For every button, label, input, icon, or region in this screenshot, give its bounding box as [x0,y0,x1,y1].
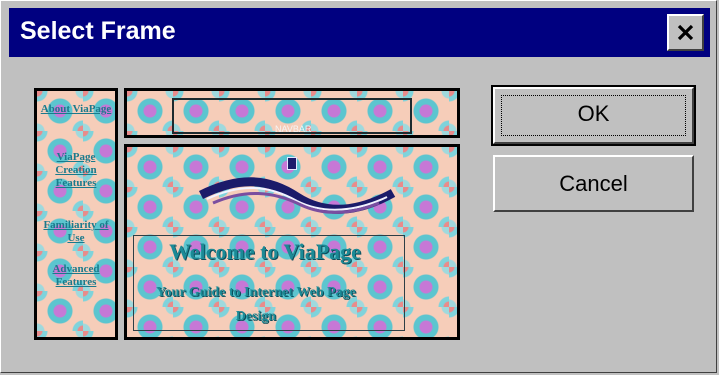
nav-link-about: About ViaPage [40,103,112,115]
welcome-heading: Welcome to ViaPage [169,239,361,264]
close-button[interactable] [667,14,704,51]
ok-button[interactable]: OK [491,85,696,146]
swoosh-logo-icon [198,177,396,214]
dialog-title: Select Frame [20,17,176,45]
select-frame-dialog: Select Frame About ViaPage ViaPage Creat… [0,0,717,373]
welcome-subheading: Your Guide to Internet Web Page Design [156,285,356,324]
logo-icon [287,157,297,170]
title-bar: Select Frame [9,8,710,57]
banner-frame[interactable]: NAVBAR [124,88,460,138]
nav-link-creation-features: ViaPage Creation Features [55,151,97,189]
main-content-frame[interactable]: Welcome to ViaPage Your Guide to Interne… [124,144,460,340]
navigation-frame[interactable]: About ViaPage ViaPage Creation Features … [34,88,118,340]
cancel-button[interactable]: Cancel [493,155,694,212]
nav-link-familiarity: Familiarity of Use [43,219,109,244]
banner-label: NAVBAR [275,124,312,134]
cancel-button-label: Cancel [559,171,628,196]
nav-link-advanced-features: Advanced Features [52,263,100,288]
focus-rect [501,95,686,136]
close-icon [677,24,694,41]
